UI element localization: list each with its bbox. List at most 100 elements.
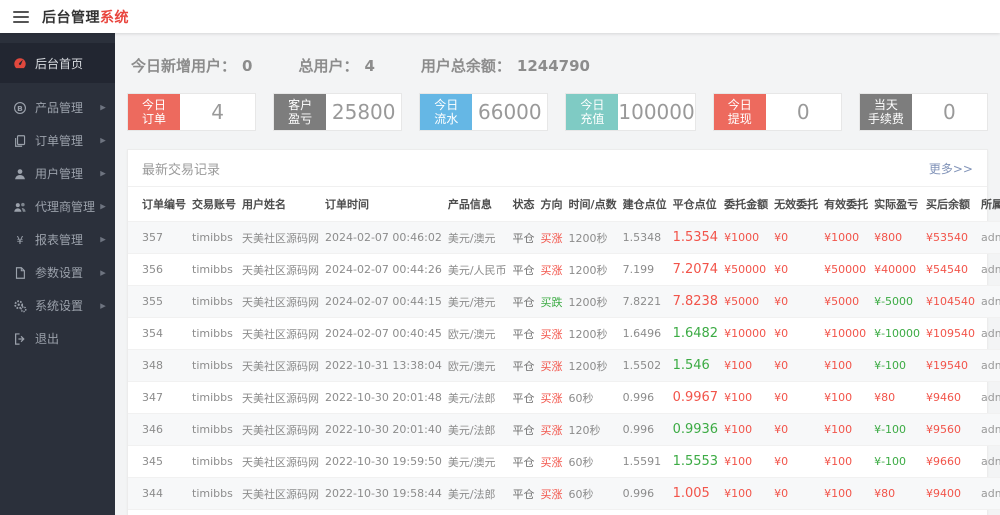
cell-direction: 买涨 — [538, 510, 566, 515]
cell-balance-after: ¥9500 — [923, 510, 978, 515]
cell-username: 天美社区源码网 — [239, 510, 322, 515]
sidebar-item-orders[interactable]: 订单管理 ▶ — [0, 124, 115, 157]
cell-account: timibbs — [192, 327, 233, 340]
stat-label: 今日新增用户： — [131, 57, 237, 75]
transactions-table: 订单编号 交易账号 用户姓名 订单时间 产品信息 状态 方向 时间/点数 建仓点… — [128, 187, 1000, 515]
cell-product: 美元/澳元 — [447, 455, 496, 469]
cell-valid-entrust: ¥1000 — [824, 231, 860, 244]
sidebar-item-reports[interactable]: ¥ 报表管理 ▶ — [0, 223, 115, 256]
cell-status: 平仓 — [512, 359, 535, 373]
sidebar-item-label: 后台首页 — [35, 56, 84, 71]
cell-invalid-entrust: ¥0 — [774, 487, 789, 500]
cell-account: timibbs — [192, 359, 233, 372]
cell-actual-pnl: ¥40000 — [874, 263, 917, 276]
stat-card-label: 当天 手续费 — [859, 94, 912, 130]
table-row: 347 timibbs 天美社区源码网 2022-10-30 20:01:48 … — [128, 381, 1000, 414]
cell-duration: 60秒 — [566, 510, 620, 515]
cell-balance-after: ¥54540 — [926, 263, 969, 276]
cell-agent: admin — [981, 487, 1000, 500]
cell-order-time: 2022-10-31 13:38:04 — [325, 359, 442, 372]
cell-invalid-entrust: ¥0 — [774, 359, 789, 372]
col-account: 交易账号 — [192, 198, 236, 211]
cell-valid-entrust: ¥5000 — [824, 295, 860, 308]
panel-header: 最新交易记录 更多>> — [128, 150, 987, 187]
stat-value: 4 — [364, 57, 375, 75]
logout-icon — [13, 332, 27, 346]
bitcoin-icon: B — [13, 101, 27, 115]
stat-total-balance: 用户总余额： 1244790 — [421, 55, 590, 76]
user-icon — [13, 167, 27, 181]
cell-invalid-entrust: ¥0 — [774, 327, 789, 340]
cell-account: timibbs — [192, 391, 233, 404]
cell-close-price: 1.005 — [672, 486, 710, 501]
cell-product: 欧元/澳元 — [447, 359, 496, 373]
sidebar-item-system-settings[interactable]: 系统设置 ▶ — [0, 289, 115, 322]
svg-text:B: B — [17, 103, 23, 112]
cell-entrust-amount: ¥100 — [724, 391, 753, 404]
table-row: 346 timibbs 天美社区源码网 2022-10-30 20:01:40 … — [128, 413, 1000, 446]
cell-invalid-entrust: ¥0 — [771, 510, 821, 515]
cell-direction: 买跌 — [540, 295, 563, 309]
table-row: 348 timibbs 天美社区源码网 2022-10-31 13:38:04 … — [128, 349, 1000, 382]
cell-balance-after: ¥19540 — [926, 359, 969, 372]
cell-product: 美元/法郎 — [447, 487, 496, 501]
cell-close-price: 0.9936 — [672, 422, 719, 437]
hamburger-menu-icon[interactable] — [13, 10, 29, 23]
panel-title: 最新交易记录 — [142, 163, 221, 178]
cell-balance-after: ¥9460 — [926, 391, 962, 404]
stat-card-label: 今日 订单 — [128, 94, 180, 130]
cell-duration: 60秒 — [568, 455, 594, 469]
cell-close-price: 1.5576 — [670, 510, 722, 515]
cell-product: 美元/澳元 — [447, 231, 496, 245]
cell-username: 天美社区源码网 — [242, 455, 319, 469]
cell-account: timibbs — [192, 487, 233, 500]
sidebar-item-agents[interactable]: 代理商管理 ▶ — [0, 190, 115, 223]
stat-card-turnover-today: 今日 流水 66000 — [419, 93, 549, 131]
sidebar-item-products[interactable]: B 产品管理 ▶ — [0, 91, 115, 124]
cell-order-id: 345 — [142, 455, 163, 468]
cell-username: 天美社区源码网 — [242, 327, 319, 341]
cell-entrust-amount: ¥1000 — [724, 231, 760, 244]
sidebar-item-dashboard[interactable]: 后台首页 — [0, 43, 115, 83]
cell-close-price: 7.8238 — [672, 294, 719, 309]
cell-direction: 买涨 — [540, 487, 563, 501]
cell-order-time: 2022-10-30 20:01:48 — [325, 391, 442, 404]
table-header-row: 订单编号 交易账号 用户姓名 订单时间 产品信息 状态 方向 时间/点数 建仓点… — [128, 187, 1000, 222]
cell-invalid-entrust: ¥0 — [774, 263, 789, 276]
cell-direction: 买涨 — [540, 327, 563, 341]
cell-actual-pnl: ¥80 — [874, 487, 896, 500]
sidebar-item-parameters[interactable]: 参数设置 ▶ — [0, 256, 115, 289]
cell-status: 平仓 — [512, 423, 535, 437]
table-row: 345 timibbs 天美社区源码网 2022-10-30 19:59:50 … — [128, 445, 1000, 478]
sidebar-item-label: 代理商管理 — [35, 200, 96, 214]
cell-status: 平仓 — [512, 327, 535, 341]
cell-actual-pnl: ¥80 — [874, 391, 896, 404]
col-order-time: 订单时间 — [325, 198, 369, 211]
sidebar-item-users[interactable]: 用户管理 ▶ — [0, 157, 115, 190]
cell-order-id: 357 — [142, 231, 163, 244]
cell-order-id: 343 — [128, 510, 189, 515]
sidebar-item-label: 系统设置 — [35, 299, 84, 313]
cell-valid-entrust: ¥100 — [824, 391, 853, 404]
cell-open-price: 1.6496 — [622, 327, 662, 340]
more-link[interactable]: 更多>> — [929, 160, 973, 177]
cell-username: 天美社区源码网 — [242, 391, 319, 405]
col-agent: 所属代理 — [981, 198, 1000, 211]
cell-status: 平仓 — [512, 391, 535, 405]
chevron-right-icon: ▶ — [100, 268, 106, 277]
cell-order-time: 2022-10-30 20:01:40 — [325, 423, 442, 436]
cell-actual-pnl: ¥-100 — [874, 423, 907, 436]
cell-balance-after: ¥9400 — [926, 487, 962, 500]
sidebar: 后台首页 B 产品管理 ▶ 订单管理 ▶ 用户管理 ▶ 代理商管理 ▶ ¥ 报表… — [0, 33, 115, 515]
cell-open-price: 1.5348 — [622, 231, 662, 244]
cell-status: 平仓 — [512, 231, 535, 245]
cell-direction: 买涨 — [540, 359, 563, 373]
cell-entrust-amount: ¥5000 — [724, 295, 760, 308]
app-title: 后台管理系统 — [42, 7, 129, 27]
cell-account: timibbs — [192, 423, 233, 436]
cell-close-price: 0.9967 — [672, 390, 719, 405]
cell-account: timibbs — [192, 295, 233, 308]
yen-icon: ¥ — [13, 233, 27, 247]
cell-direction: 买涨 — [540, 263, 563, 277]
sidebar-item-logout[interactable]: 退出 — [0, 322, 115, 355]
